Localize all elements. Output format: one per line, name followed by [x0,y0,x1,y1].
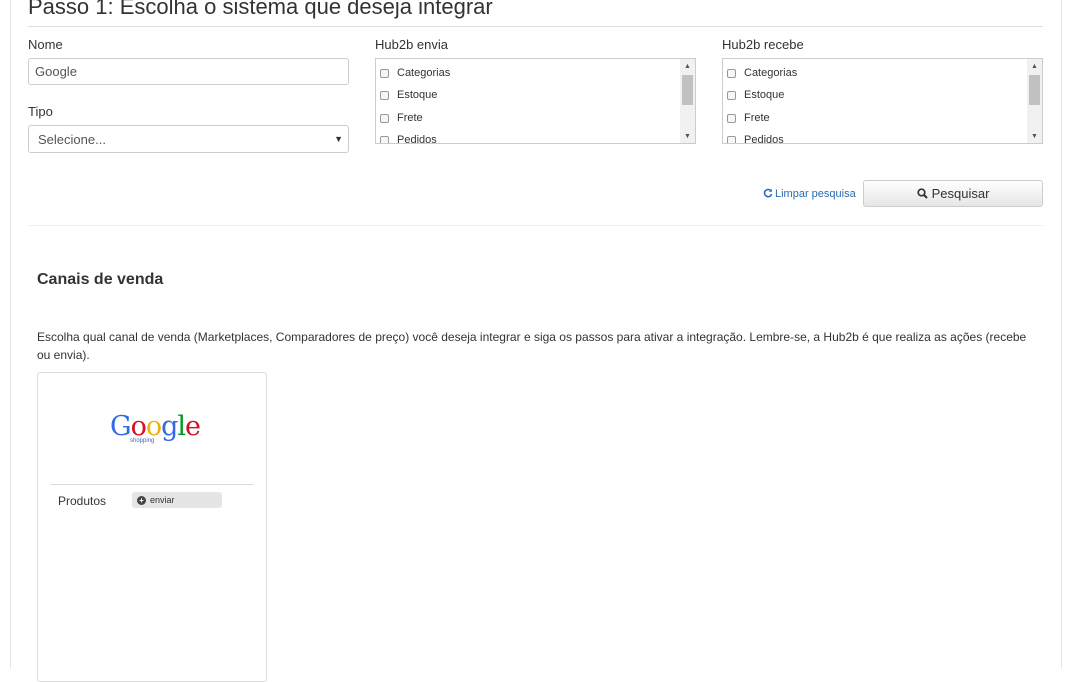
nome-label: Nome [28,37,63,52]
scroll-thumb[interactable] [682,75,693,105]
envia-label: Hub2b envia [375,37,448,52]
recebe-option-categorias[interactable]: Categorias [727,65,797,81]
recebe-listbox[interactable]: Categorias Estoque Frete Pedidos ▲ ▼ [722,58,1043,144]
page-title: Passo 1: Escolha o sistema que deseja in… [28,0,493,19]
search-button-label: Pesquisar [931,186,990,201]
google-shopping-logo: Google shopping [110,411,201,453]
scroll-thumb[interactable] [1029,75,1040,105]
section-description: Escolha qual canal de venda (Marketplace… [37,330,1027,362]
checkbox[interactable] [727,113,736,123]
checkbox[interactable] [727,68,736,78]
checkbox[interactable] [380,113,389,123]
checkbox[interactable] [727,90,736,100]
recebe-option-estoque[interactable]: Estoque [727,87,784,103]
scroll-down-icon[interactable]: ▼ [1027,129,1042,143]
checkbox[interactable] [380,135,389,143]
enviar-label: enviar [150,495,175,505]
nome-input-value: Google [35,64,77,79]
recebe-scrollbar[interactable]: ▲ ▼ [1027,59,1042,143]
refresh-icon [763,188,773,198]
recebe-label: Hub2b recebe [722,37,804,52]
clear-search-link[interactable]: Limpar pesquisa [763,188,856,200]
channel-row-label: Produtos [58,494,107,508]
scroll-up-icon[interactable]: ▲ [680,59,695,73]
scroll-down-icon[interactable]: ▼ [680,129,695,143]
checkbox[interactable] [727,135,736,143]
search-button[interactable]: Pesquisar [863,180,1043,207]
recebe-option-frete[interactable]: Frete [727,110,770,126]
checkbox[interactable] [380,68,389,78]
page-frame-right [1061,0,1062,669]
logo-letter: G [110,411,132,442]
logo-letter: g [161,411,178,442]
checkbox[interactable] [380,90,389,100]
page-frame-left [10,0,11,669]
divider [28,225,1043,226]
chevron-down-icon: ▼ [334,134,343,144]
logo-text: Google [110,411,201,442]
envia-listbox[interactable]: Categorias Estoque Frete Pedidos ▲ ▼ [375,58,696,144]
scroll-up-icon[interactable]: ▲ [1027,59,1042,73]
logo-letter: e [185,411,201,442]
envia-option-pedidos[interactable]: Pedidos [380,132,437,143]
logo-letter: l [177,411,186,442]
envia-scrollbar[interactable]: ▲ ▼ [680,59,695,143]
nome-input[interactable]: Google [28,58,349,85]
tipo-select[interactable]: Selecione... ▼ [28,125,349,153]
clear-search-label: Limpar pesquisa [775,188,856,200]
envia-option-frete[interactable]: Frete [380,110,423,126]
divider [28,26,1043,27]
enviar-button[interactable]: + enviar [132,492,222,508]
divider [50,484,254,485]
envia-option-categorias[interactable]: Categorias [380,65,450,81]
tipo-label: Tipo [28,104,53,119]
recebe-option-pedidos[interactable]: Pedidos [727,132,784,143]
section-title: Canais de venda [37,271,164,288]
plus-circle-icon: + [137,495,146,505]
logo-subtitle: shopping [130,438,155,444]
channel-card-google[interactable]: Google shopping Produtos + enviar [37,372,267,682]
search-icon [916,188,928,199]
tipo-select-value: Selecione... [38,131,106,147]
envia-option-estoque[interactable]: Estoque [380,87,437,103]
